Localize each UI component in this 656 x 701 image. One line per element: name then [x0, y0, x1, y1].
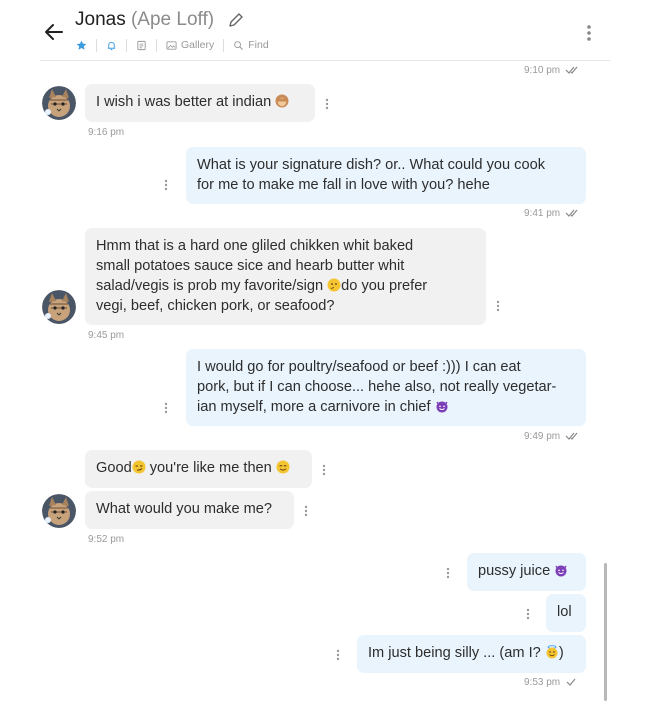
message-text: lol — [557, 604, 572, 620]
avatar[interactable] — [42, 494, 76, 528]
message-text: I wish i was better at indian — [96, 94, 272, 110]
double-check-icon — [565, 432, 578, 440]
message-text-line: I would go for poultry/seafood or beef :… — [197, 359, 521, 375]
timestamp-text: 9:49 pm — [524, 431, 561, 442]
message-text-line: vegi, beef, chicken pork, or seafood? — [96, 298, 335, 314]
incoming-message[interactable]: Good you're like me then — [85, 450, 312, 488]
incoming-message[interactable]: I wish i was better at indian — [85, 84, 315, 122]
outgoing-message[interactable]: lol — [546, 594, 586, 632]
tab-gallery-label: Gallery — [181, 39, 215, 51]
message-options-icon[interactable] — [325, 98, 329, 110]
double-check-icon — [565, 209, 578, 217]
scrollbar[interactable] — [604, 563, 607, 701]
header-divider — [40, 60, 610, 61]
message-timestamp: 9:45 pm — [88, 330, 125, 341]
message-timestamp: 9:49 pm — [524, 431, 579, 442]
contact-nickname: (Ape Loff) — [130, 9, 215, 30]
message-timestamp: 9:10 pm — [524, 65, 579, 76]
bell-icon — [107, 41, 116, 50]
smiling-devil-icon — [555, 565, 567, 577]
outgoing-message[interactable]: What is your signature dish? or.. What c… — [186, 147, 586, 204]
tab-favorite[interactable] — [72, 38, 97, 52]
back-arrow-icon[interactable] — [40, 18, 68, 46]
smiling-face-with-halo-icon — [546, 645, 558, 659]
message-options-icon[interactable] — [336, 649, 340, 661]
message-options-icon[interactable] — [496, 300, 500, 312]
message-options-icon[interactable] — [164, 179, 168, 191]
incoming-message[interactable]: Hmm that is a hard one gliled chikken wh… — [85, 228, 486, 325]
thinking-face-icon — [327, 278, 341, 292]
search-icon — [234, 40, 244, 50]
message-timestamp: 9:53 pm — [524, 677, 577, 688]
avatar[interactable] — [42, 290, 76, 324]
message-text-line: for me to make me fall in love with you?… — [197, 177, 490, 193]
chat-header: Jonas (Ape Loff) Gallery Find — [0, 0, 656, 60]
incoming-message[interactable]: What would you make me? — [85, 491, 294, 529]
message-timestamp: 9:41 pm — [524, 208, 579, 219]
star-icon — [76, 39, 87, 50]
header-tabs: Gallery Find — [72, 37, 278, 53]
smirking-face-icon — [132, 460, 146, 474]
message-text-line: small potatoes sauce sice and hearb butt… — [96, 258, 405, 274]
message-options-icon[interactable] — [446, 567, 450, 579]
message-text: salad/vegis is prob my favorite/sign — [96, 278, 328, 294]
message-text: do you prefer — [341, 278, 428, 294]
edit-pencil-icon[interactable] — [228, 12, 244, 28]
message-timestamp: 9:16 pm — [88, 127, 125, 138]
message-text: Good — [96, 460, 132, 476]
gallery-icon — [166, 40, 177, 50]
check-icon — [566, 678, 576, 687]
message-text: Im just being silly ... (am I? — [368, 645, 541, 661]
message-options-icon[interactable] — [526, 608, 530, 620]
tab-notes[interactable] — [127, 38, 157, 52]
message-text-line: pork, but if I can choose... hehe also, … — [197, 379, 557, 395]
see-no-evil-monkey-icon — [275, 94, 289, 108]
smiling-devil-icon — [436, 401, 448, 413]
outgoing-message[interactable]: Im just being silly ... (am I? ) — [357, 635, 586, 673]
message-timestamp: 9:52 pm — [88, 534, 125, 545]
message-options-icon[interactable] — [304, 505, 308, 517]
contact-title[interactable]: Jonas (Ape Loff) — [75, 9, 214, 31]
message-text: pussy juice — [478, 563, 551, 579]
message-text: you're like me then — [145, 460, 272, 476]
more-options-icon[interactable] — [585, 24, 593, 42]
message-text: What would you make me? — [96, 501, 273, 517]
timestamp-text: 9:10 pm — [524, 65, 561, 76]
tab-find[interactable]: Find — [224, 39, 277, 52]
tab-gallery[interactable]: Gallery — [157, 38, 225, 52]
message-text-line: ian myself, more a carnivore in chief — [197, 397, 575, 417]
message-text-line: What is your signature dish? or.. What c… — [197, 157, 545, 173]
outgoing-message[interactable]: pussy juice — [467, 553, 586, 591]
contact-name: Jonas — [75, 9, 126, 30]
message-options-icon[interactable] — [164, 402, 168, 414]
note-icon — [137, 40, 146, 50]
double-check-icon — [565, 66, 578, 74]
message-options-icon[interactable] — [322, 464, 326, 476]
smiling-face-icon — [276, 460, 290, 474]
timestamp-text: 9:53 pm — [524, 677, 561, 688]
message-text-line: salad/vegis is prob my favorite/sign do … — [96, 276, 475, 296]
tab-notifications[interactable] — [97, 38, 127, 52]
tab-find-label: Find — [248, 39, 269, 51]
message-text-line: Hmm that is a hard one gliled chikken wh… — [96, 238, 414, 254]
outgoing-message[interactable]: I would go for poultry/seafood or beef :… — [186, 349, 586, 426]
avatar[interactable] — [42, 86, 76, 120]
message-text: ian myself, more a carnivore in chief — [197, 399, 431, 415]
timestamp-text: 9:41 pm — [524, 208, 561, 219]
message-text: ) — [558, 645, 564, 661]
